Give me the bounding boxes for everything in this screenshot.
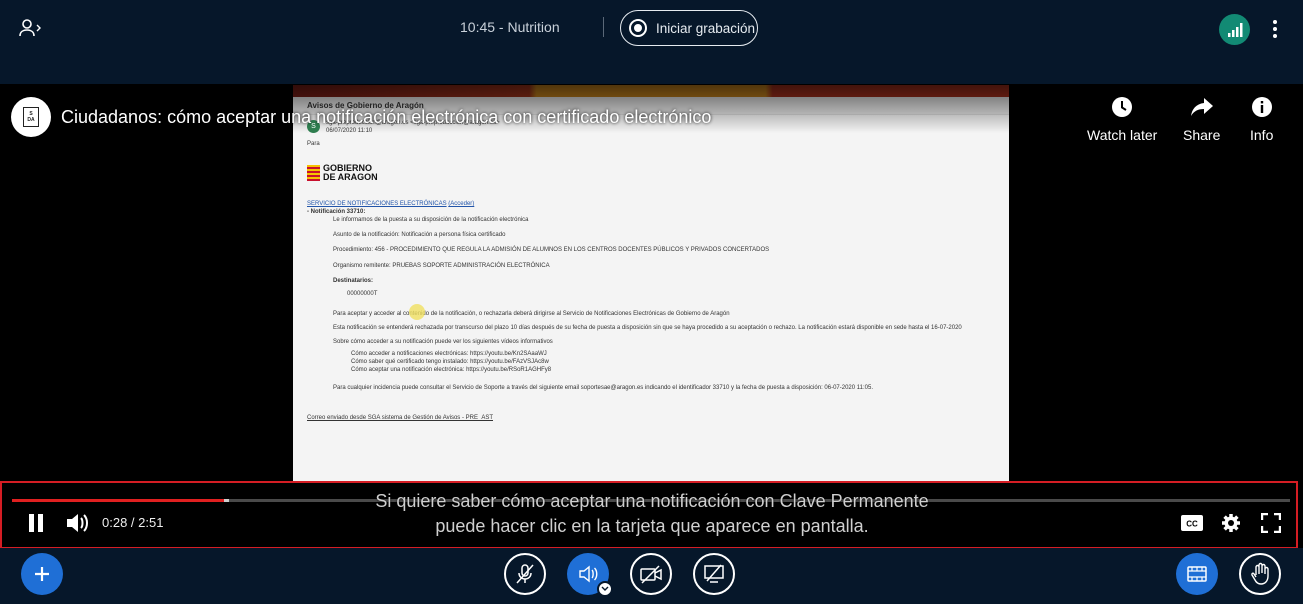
pause-button[interactable] <box>24 511 48 535</box>
external-video-button[interactable] <box>1176 553 1218 595</box>
captions-button[interactable]: CC <box>1180 513 1204 533</box>
speaker-icon <box>579 565 598 583</box>
svg-text:CC: CC <box>1186 520 1198 529</box>
fullscreen-button[interactable] <box>1260 512 1282 534</box>
share-icon <box>1190 98 1213 116</box>
notification-id: - Notificación 33710: <box>307 209 366 216</box>
top-bar: 10:45 - Nutrition Iniciar grabación <box>0 0 1303 56</box>
audio-button[interactable] <box>567 553 613 597</box>
video-title[interactable]: Ciudadanos: cómo aceptar una notificació… <box>61 107 711 128</box>
fullscreen-icon <box>1261 513 1281 533</box>
progress-fill <box>12 499 225 502</box>
email-footer: Correo enviado desde SGA sistema de Gest… <box>307 415 493 422</box>
logo-line2: DE ARAGON <box>323 172 378 183</box>
email-content: Avisos de Gobierno de Aragón S sga-prepr… <box>307 101 997 423</box>
info-button[interactable]: Info <box>1250 96 1273 143</box>
email-video-link: Cómo acceder a notificaciones electrónic… <box>351 351 547 358</box>
unmute-button[interactable] <box>504 553 546 595</box>
email-videos-intro: Sobre cómo acceder a su notificación pue… <box>333 339 553 346</box>
screen-share-off-icon <box>704 564 724 583</box>
pause-icon <box>29 514 43 532</box>
email-date: 06/07/2020 11:10 <box>326 127 373 134</box>
plus-icon <box>35 567 49 581</box>
divider <box>603 17 604 37</box>
email-organismo: Organismo remitente: PRUEBAS SOPORTE ADM… <box>333 262 550 269</box>
video-player[interactable]: Avisos de Gobierno de Aragón S sga-prepr… <box>0 84 1303 549</box>
acceder-link: (Acceder) <box>448 201 475 208</box>
bottom-bar <box>0 548 1303 604</box>
caption-box: Si quiere saber cómo aceptar una notific… <box>302 489 1002 539</box>
player-controls: Si quiere saber cómo aceptar una notific… <box>0 481 1298 549</box>
watch-later-button[interactable]: Watch later <box>1087 96 1157 143</box>
kebab-dot <box>1273 20 1277 24</box>
gobierno-aragon-logo: GOBIERNO DE ARAGON <box>307 164 997 182</box>
connection-status-button[interactable] <box>1219 14 1250 45</box>
email-destinatarios: Destinatarios: <box>333 277 374 284</box>
closed-captions-icon: CC <box>1181 515 1203 531</box>
email-rechazada: Esta notificación se entenderá rechazada… <box>333 324 962 331</box>
info-label: Info <box>1250 127 1274 143</box>
caption-line: puede hacer clic en la tarjeta que apare… <box>435 516 869 536</box>
volume-icon <box>67 514 88 532</box>
user-list-toggle-button[interactable] <box>18 16 46 40</box>
hand-icon <box>1251 562 1269 585</box>
gear-icon <box>1222 514 1240 532</box>
record-icon <box>629 19 647 37</box>
audio-options-dropdown[interactable] <box>597 581 613 597</box>
time-display: 0:28 / 2:51 <box>102 515 164 530</box>
caption-line: Si quiere saber cómo aceptar una notific… <box>375 491 929 511</box>
start-recording-label: Iniciar grabación <box>656 20 756 36</box>
signal-bars-icon <box>1227 22 1242 37</box>
kebab-dot <box>1273 27 1277 31</box>
kebab-dot <box>1273 34 1277 38</box>
email-dest-value: 00000000T <box>347 290 378 297</box>
settings-button[interactable] <box>1220 512 1242 534</box>
share-webcam-button[interactable] <box>630 553 672 595</box>
share-screen-button[interactable] <box>693 553 735 595</box>
share-button[interactable]: Share <box>1183 96 1220 143</box>
email-to: Para <box>307 140 320 147</box>
actions-button[interactable] <box>21 553 63 595</box>
chevron-down-icon <box>601 586 609 591</box>
email-intro: Le informamos de la puesta a su disposic… <box>333 217 529 224</box>
channel-avatar[interactable]: S DA <box>11 97 51 137</box>
watch-later-label: Watch later <box>1087 127 1158 143</box>
aragon-flag-icon <box>307 165 320 182</box>
start-recording-button[interactable]: Iniciar grabación <box>620 10 758 46</box>
info-icon <box>1251 97 1272 117</box>
email-procedimiento: Procedimiento: 456 - PROCEDIMIENTO QUE R… <box>333 247 770 254</box>
clock-icon <box>1112 97 1133 117</box>
volume-button[interactable] <box>64 511 90 535</box>
camera-off-icon <box>640 565 662 584</box>
video-player-icon <box>1187 566 1207 582</box>
meeting-title: 10:45 - Nutrition <box>460 19 560 35</box>
microphone-muted-icon <box>516 564 534 584</box>
email-incidencia: Para cualquier incidencia puede consulta… <box>333 385 873 392</box>
service-link: SERVICIO DE NOTIFICACIONES ELECTRÓNICAS <box>307 201 447 208</box>
video-frame: Avisos de Gobierno de Aragón S sga-prepr… <box>293 85 1009 482</box>
mouse-pointer-highlight <box>409 304 425 320</box>
email-video-link: Cómo aceptar una notificación electrónic… <box>351 367 552 374</box>
more-options-button[interactable] <box>1266 18 1284 40</box>
user-icon <box>19 19 41 37</box>
share-label: Share <box>1183 127 1221 143</box>
email-asunto: Asunto de la notificación: Notificación … <box>333 232 506 239</box>
email-video-link: Cómo saber qué certificado tengo instala… <box>351 359 549 366</box>
raise-hand-button[interactable] <box>1239 553 1281 595</box>
channel-logo-icon: S DA <box>23 107 39 127</box>
